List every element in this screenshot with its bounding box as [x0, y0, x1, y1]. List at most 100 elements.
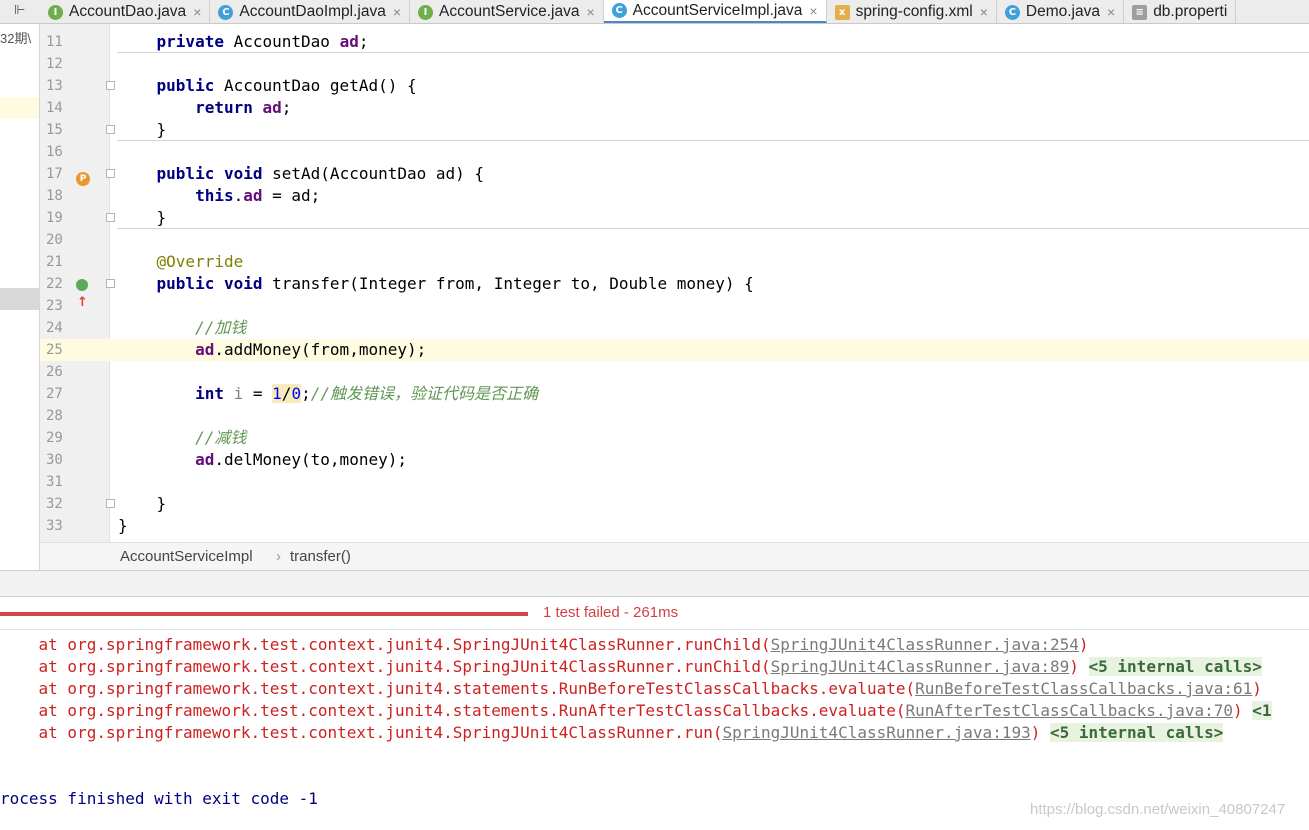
code-text[interactable]: public AccountDao getAd() { [118, 75, 417, 97]
breadcrumb-class[interactable]: AccountServiceImpl [120, 548, 253, 565]
code-line[interactable]: 31 [40, 471, 1309, 493]
code-text[interactable]: return ad; [118, 97, 291, 119]
code-line[interactable]: 12 [40, 53, 1309, 75]
code-line[interactable]: 23 [40, 295, 1309, 317]
tab-accountserviceimpl-java[interactable]: C AccountServiceImpl.java × [603, 0, 827, 23]
fold-icon[interactable] [106, 81, 115, 90]
line-number[interactable]: 31 [46, 471, 76, 493]
code-line[interactable]: 13 public AccountDao getAd() { [40, 75, 1309, 97]
line-number[interactable]: 14 [46, 97, 76, 119]
project-panel[interactable]: 32期\ [0, 24, 40, 570]
line-number[interactable]: 20 [46, 229, 76, 251]
line-number[interactable]: 27 [46, 383, 76, 405]
code-text[interactable]: } [118, 207, 167, 229]
code-line[interactable]: 11 private AccountDao ad; [40, 31, 1309, 53]
code-text[interactable]: } [118, 493, 167, 515]
tab-demo-java[interactable]: C Demo.java × [997, 0, 1125, 23]
code-text[interactable]: int i = 1/0;//触发错误，验证代码是否正确 [118, 383, 538, 405]
line-number[interactable]: 32 [46, 493, 76, 515]
fold-icon[interactable] [106, 125, 115, 134]
code-line[interactable]: 25 ad.addMoney(from,money); [40, 339, 1309, 361]
code-line[interactable]: 28 [40, 405, 1309, 427]
line-number[interactable]: 13 [46, 75, 76, 97]
code-line[interactable]: 27 int i = 1/0;//触发错误，验证代码是否正确 [40, 383, 1309, 405]
code-line[interactable]: 15 } [40, 119, 1309, 141]
tab-accountdao-java[interactable]: I AccountDao.java × [40, 0, 211, 23]
line-number[interactable]: 28 [46, 405, 76, 427]
close-icon[interactable]: × [586, 4, 594, 20]
line-number[interactable]: 30 [46, 449, 76, 471]
code-line[interactable]: 26 [40, 361, 1309, 383]
line-number[interactable]: 24 [46, 317, 76, 339]
project-folder-label[interactable]: 32期\ [0, 28, 31, 47]
code-line[interactable]: 20 [40, 229, 1309, 251]
breadcrumb-method[interactable]: transfer() [290, 548, 351, 565]
code-text[interactable]: } [118, 119, 167, 141]
line-number[interactable]: 19 [46, 207, 76, 229]
override-icon[interactable]: ↑ [76, 276, 92, 310]
structure-toggle[interactable]: ⊩ [0, 0, 40, 23]
code-line[interactable]: 29 //减钱 [40, 427, 1309, 449]
line-number[interactable]: 21 [46, 251, 76, 273]
line-number[interactable]: 11 [46, 31, 76, 53]
close-icon[interactable]: × [1107, 4, 1115, 20]
code-text[interactable]: //加钱 [118, 317, 246, 339]
stack-trace-line[interactable]: at org.springframework.test.context.juni… [0, 722, 1224, 744]
code-text[interactable]: ad.addMoney(from,money); [118, 339, 426, 361]
line-number[interactable]: 29 [46, 427, 76, 449]
code-text[interactable]: this.ad = ad; [118, 185, 320, 207]
line-number[interactable]: 26 [46, 361, 76, 383]
code-text[interactable]: private AccountDao ad; [118, 31, 369, 53]
line-number[interactable]: 17 [46, 163, 76, 185]
code-text[interactable]: public void setAd(AccountDao ad) { [118, 163, 485, 185]
editor-tab-bar: ⊩ I AccountDao.java × C AccountDaoImpl.java ×… [0, 0, 1309, 24]
line-number[interactable]: 18 [46, 185, 76, 207]
code-line[interactable]: 33} [40, 515, 1309, 537]
property-icon[interactable]: P [76, 166, 92, 186]
code-text[interactable]: @Override [118, 251, 244, 273]
panel-divider[interactable] [0, 570, 1309, 597]
code-line[interactable]: 32 } [40, 493, 1309, 515]
code-line[interactable]: 16 [40, 141, 1309, 163]
line-number[interactable]: 33 [46, 515, 76, 537]
code-text[interactable]: public void transfer(Integer from, Integ… [118, 273, 754, 295]
stack-trace-line[interactable]: at org.springframework.test.context.juni… [0, 700, 1272, 722]
close-icon[interactable]: × [809, 3, 817, 19]
code-line[interactable]: 18 this.ad = ad; [40, 185, 1309, 207]
breadcrumb: AccountServiceImpl › transfer() [40, 542, 1309, 570]
tab-spring-config-xml[interactable]: x spring-config.xml × [827, 0, 997, 23]
line-number[interactable]: 22 [46, 273, 76, 295]
fold-icon[interactable] [106, 169, 115, 178]
tab-accountdaoimpl-java[interactable]: C AccountDaoImpl.java × [210, 0, 411, 23]
properties-file-icon: ≡ [1132, 4, 1148, 20]
line-number[interactable]: 12 [46, 53, 76, 75]
project-row-selected[interactable] [0, 288, 39, 310]
code-editor[interactable]: 11 private AccountDao ad; 12 13 public Acc… [40, 31, 1309, 537]
fold-icon[interactable] [106, 213, 115, 222]
code-line[interactable]: 19 } [40, 207, 1309, 229]
stack-trace-line[interactable]: at org.springframework.test.context.juni… [0, 678, 1262, 700]
code-text[interactable]: ad.delMoney(to,money); [118, 449, 407, 471]
fold-icon[interactable] [106, 279, 115, 288]
line-number[interactable]: 15 [46, 119, 76, 141]
code-line[interactable]: 17 P public void setAd(AccountDao ad) { [40, 163, 1309, 186]
stack-trace-line[interactable]: at org.springframework.test.context.juni… [0, 634, 1089, 656]
stack-trace-line[interactable]: at org.springframework.test.context.juni… [0, 656, 1262, 678]
close-icon[interactable]: × [193, 4, 201, 20]
code-line[interactable]: 24 //加钱 [40, 317, 1309, 339]
code-line[interactable]: 30 ad.delMoney(to,money); [40, 449, 1309, 471]
line-number[interactable]: 16 [46, 141, 76, 163]
code-text[interactable]: //减钱 [118, 427, 246, 449]
close-icon[interactable]: × [393, 4, 401, 20]
close-icon[interactable]: × [980, 4, 988, 20]
code-line[interactable]: 14 return ad; [40, 97, 1309, 119]
code-line[interactable]: 21 @Override [40, 251, 1309, 273]
tab-db-properti[interactable]: ≡ db.properti [1124, 0, 1237, 23]
line-number[interactable]: 23 [46, 295, 76, 317]
run-console[interactable]: at org.springframework.test.context.juni… [0, 630, 1309, 830]
code-line[interactable]: 22 ↑ public void transfer(Integer from, I… [40, 273, 1309, 310]
tab-accountservice-java[interactable]: I AccountService.java × [410, 0, 604, 23]
line-number[interactable]: 25 [46, 339, 76, 361]
fold-icon[interactable] [106, 499, 115, 508]
code-text[interactable]: } [118, 515, 128, 537]
